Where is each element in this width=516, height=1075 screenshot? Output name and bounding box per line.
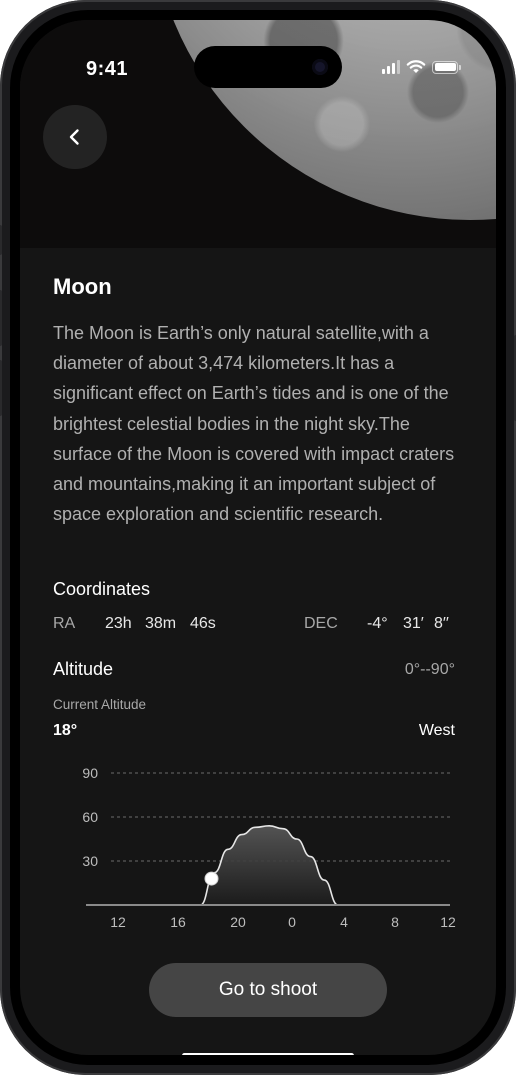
phone-frame: 9:41 Moon The Moon is Earth’s only natur… bbox=[0, 0, 516, 1075]
x-tick-label: 16 bbox=[170, 914, 186, 930]
dec-seconds: 8′′ bbox=[434, 615, 449, 632]
side-button bbox=[0, 225, 2, 255]
x-tick-label: 20 bbox=[230, 914, 246, 930]
ra-minutes: 38m bbox=[145, 615, 177, 632]
x-tick-label: 4 bbox=[340, 914, 348, 930]
back-button[interactable] bbox=[43, 105, 107, 169]
x-tick-label: 12 bbox=[110, 914, 126, 930]
dynamic-island bbox=[194, 46, 342, 88]
altitude-heading: Altitude bbox=[53, 659, 114, 679]
dec-label: DEC bbox=[304, 615, 338, 632]
current-altitude-value: 18° bbox=[53, 722, 78, 739]
go-to-shoot-button[interactable]: Go to shoot bbox=[149, 963, 387, 1017]
front-camera bbox=[312, 59, 328, 75]
wifi-icon bbox=[406, 60, 426, 73]
y-tick-label: 30 bbox=[82, 853, 98, 869]
cellular-signal-icon bbox=[382, 60, 400, 74]
current-position-marker bbox=[204, 871, 219, 886]
ra-hours: 23h bbox=[105, 615, 132, 632]
battery-icon bbox=[432, 60, 461, 74]
x-tick-label: 12 bbox=[440, 914, 456, 930]
dec-degrees: -4° bbox=[367, 615, 388, 632]
altitude-chart: 90 60 30 12 16 20 0 4 8 12 bbox=[82, 765, 456, 930]
object-title: Moon bbox=[53, 274, 112, 299]
altitude-area bbox=[200, 825, 338, 905]
volume-down-button bbox=[0, 360, 2, 416]
y-tick-label: 90 bbox=[82, 765, 98, 781]
x-tick-label: 8 bbox=[391, 914, 399, 930]
screen: 9:41 Moon The Moon is Earth’s only natur… bbox=[20, 20, 496, 1055]
coordinates-heading: Coordinates bbox=[53, 579, 151, 599]
ra-label: RA bbox=[53, 615, 76, 632]
chevron-left-icon bbox=[69, 129, 79, 145]
x-tick-label: 0 bbox=[288, 914, 296, 930]
object-description: The Moon is Earth’s only natural satelli… bbox=[53, 323, 455, 525]
status-time: 9:41 bbox=[86, 58, 129, 80]
current-altitude-label: Current Altitude bbox=[53, 697, 147, 712]
volume-up-button bbox=[0, 290, 2, 346]
y-tick-label: 60 bbox=[82, 809, 98, 825]
ra-seconds: 46s bbox=[190, 615, 216, 632]
altitude-range: 0°--90° bbox=[404, 661, 455, 678]
dec-minutes: 31′ bbox=[403, 615, 424, 632]
coordinates-row: RA 23h 38m 46s DEC -4° 31′ 8′′ bbox=[53, 615, 455, 635]
status-icons bbox=[382, 60, 461, 74]
bezel: 9:41 Moon The Moon is Earth’s only natur… bbox=[10, 10, 506, 1065]
altitude-direction: West bbox=[418, 722, 455, 739]
home-indicator[interactable] bbox=[182, 1053, 354, 1055]
